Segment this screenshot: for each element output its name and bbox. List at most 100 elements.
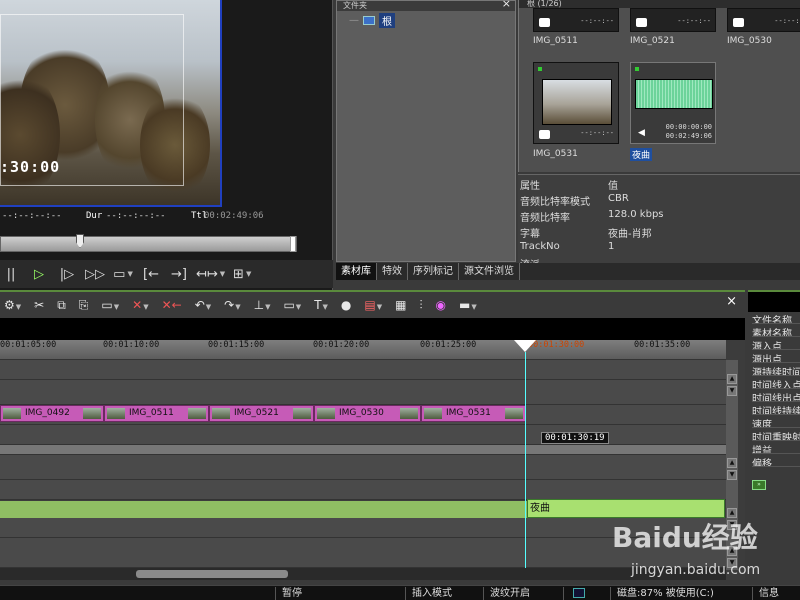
grid-icon[interactable]: ▦ (395, 298, 406, 312)
clip-bin: 根 (1/26) --:--:-- IMG_0511 --:--:-- IMG_… (518, 0, 800, 172)
audio-clip-previous[interactable] (0, 501, 527, 518)
audio-sub-track (0, 445, 726, 455)
next-frame-icon: |▷ (59, 266, 75, 282)
clip-thumbnail[interactable]: --:--:-- (533, 62, 619, 144)
mark-out-button[interactable]: →] (168, 263, 190, 285)
next-frame-button[interactable]: |▷ (56, 263, 78, 285)
status-ripple[interactable]: 波纹开启 (483, 587, 530, 600)
info-row: 偏移 (752, 455, 800, 467)
expand-icon[interactable]: » (752, 480, 766, 490)
mark-in-icon: [← (143, 266, 159, 282)
info-row: 速度 (752, 416, 800, 428)
split-icon: ↤↦ (196, 266, 218, 282)
tab-sequence-markers[interactable]: 序列标记 (408, 263, 459, 280)
ruler-tick: 00:01:35:00 (634, 340, 691, 350)
audio-waveform (635, 79, 713, 109)
clip-icon[interactable]: ▭▼ (101, 298, 119, 312)
scrub-end-marker (290, 236, 296, 252)
timeline-clip[interactable]: IMG_0531 (421, 405, 526, 422)
info-row: 源出点 (752, 351, 800, 363)
play-button[interactable]: ▷ (28, 263, 50, 285)
stop-icon: || (6, 266, 16, 282)
horizontal-scrollbar[interactable] (0, 568, 726, 580)
info-row: 时间线入点 (752, 377, 800, 389)
track (0, 455, 726, 480)
microphone-icon[interactable]: ● (341, 298, 351, 312)
clip-name: IMG_0521 (630, 36, 675, 46)
loop-button[interactable]: ▭ ▼ (112, 263, 134, 285)
clip-thumbnail-selected[interactable]: ◀ 00:00:00:00 00:02:49:06 (630, 62, 716, 144)
monitor-icon (573, 588, 585, 598)
paste-icon[interactable]: ⎘ (79, 298, 89, 313)
undo-icon[interactable]: ↶▼ (195, 298, 211, 312)
scroll-up-icon[interactable]: ▲ (727, 458, 737, 468)
timeline-clip[interactable]: IMG_0530 (314, 405, 421, 422)
color-wheel-icon[interactable]: ◉ (436, 298, 446, 312)
track (0, 380, 726, 405)
copy-icon[interactable]: ⧉ (57, 298, 66, 313)
in-point-value: --:--:--:-- (2, 211, 62, 221)
play-icon: ▷ (34, 266, 44, 282)
property-row: 字幕 夜曲-肖邦 (520, 229, 652, 240)
info-row: 时间线出点 (752, 390, 800, 402)
split-button[interactable]: ↤↦ ▼ (196, 263, 225, 285)
clip-thumbnail[interactable]: --:--:-- (630, 8, 716, 32)
status-info: 信息 (752, 587, 779, 600)
stop-button[interactable]: || (0, 263, 22, 285)
ripple-delete-icon[interactable]: ✕← (162, 298, 182, 312)
scroll-down-icon[interactable]: ▼ (727, 470, 737, 480)
info-row: 素材名称 (752, 325, 800, 337)
fast-forward-button[interactable]: ▷▷ (84, 263, 106, 285)
timeline-clip[interactable]: IMG_0511 (104, 405, 209, 422)
close-icon[interactable]: × (726, 294, 737, 309)
properties-panel: 属性 值 音频比特率模式 CBR 音频比特率 128.0 kbps 字幕 夜曲-… (518, 174, 800, 264)
dur-value: --:--:--:-- (106, 211, 166, 221)
clip-thumbnail[interactable]: --:--:-- (727, 8, 800, 32)
tree-root-item[interactable]: — 根 (349, 13, 395, 28)
info-panel-header (748, 292, 800, 312)
marker-icon[interactable]: ⊥▼ (254, 298, 271, 312)
mixer-icon[interactable]: ⫶ (419, 298, 422, 313)
dur-label: Dur (86, 211, 103, 221)
ruler-tick: 00:01:15:00 (208, 340, 265, 350)
clip-name-selected: 夜曲 (630, 148, 653, 161)
mark-in-button[interactable]: [← (140, 263, 162, 285)
cut-icon[interactable]: ✂ (34, 298, 44, 312)
clip-name: IMG_0531 (533, 149, 578, 159)
status-insert-mode[interactable]: 插入模式 (405, 587, 452, 600)
status-dot (538, 67, 542, 71)
title-icon[interactable]: T▼ (314, 298, 328, 312)
tab-effects[interactable]: 特效 (377, 263, 408, 280)
tab-source-browser[interactable]: 源文件浏览 (459, 263, 520, 280)
settings-button[interactable]: ⊞ ▼ (231, 263, 253, 285)
time-ruler[interactable]: 00:01:05:00 00:01:10:00 00:01:15:00 00:0… (0, 340, 726, 360)
watermark-logo: Baidu经验 (612, 521, 758, 554)
timecode-row: --:--:--:-- Dur --:--:--:-- Ttl 00:02:49… (0, 211, 333, 225)
property-row: 音频比特率 128.0 kbps (520, 209, 664, 224)
scroll-thumb[interactable] (136, 570, 288, 578)
scrub-bar[interactable] (0, 236, 297, 252)
window-icon[interactable]: ▬▼ (459, 298, 477, 312)
track (0, 480, 726, 500)
delete-icon[interactable]: ✕▼ (132, 298, 148, 312)
redo-icon[interactable]: ↷▼ (224, 298, 240, 312)
folder-panel-header: 文件夹 × (337, 0, 515, 11)
timeline-clip[interactable]: IMG_0521 (209, 405, 314, 422)
loop-icon: ▭ (113, 266, 126, 282)
scroll-up-icon[interactable]: ▲ (727, 374, 737, 384)
timeline-clip[interactable]: IMG_0492 (0, 405, 104, 422)
transition-icon[interactable]: ▭▼ (283, 298, 301, 312)
tab-clip-library[interactable]: 素材库 (336, 263, 377, 280)
ruler-tick: 00:01:05:00 (0, 340, 57, 350)
ruler-tick: 00:01:10:00 (103, 340, 160, 350)
track (0, 425, 726, 445)
close-icon[interactable]: × (502, 0, 511, 9)
color-bars-icon[interactable]: ▤▼ (364, 298, 382, 312)
settings-icon[interactable]: ⚙▼ (4, 298, 21, 312)
col-value: 值 (608, 181, 618, 192)
scroll-down-icon[interactable]: ▼ (727, 386, 737, 396)
bin-header: 根 (1/26) (519, 0, 800, 8)
timeline-header-bar (0, 318, 745, 340)
clip-thumbnail[interactable]: --:--:-- (533, 8, 619, 32)
status-paused: 暂停 (275, 587, 302, 600)
